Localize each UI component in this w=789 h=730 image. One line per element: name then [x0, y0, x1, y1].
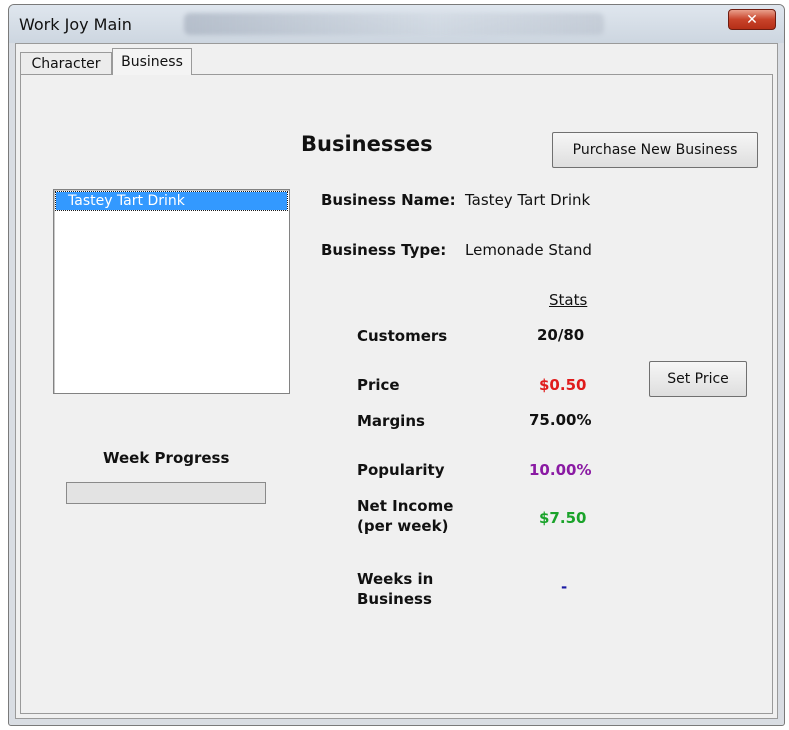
customers-label: Customers: [357, 327, 448, 345]
window-title: Work Joy Main: [19, 15, 132, 34]
popularity-label: Popularity: [357, 461, 445, 479]
business-type-label: Business Type:: [321, 241, 447, 259]
page-title: Businesses: [301, 132, 433, 156]
app-window: Work Joy Main ✕ Character Business Busin…: [8, 4, 785, 726]
margins-value: 75.00%: [529, 411, 592, 429]
business-tab-panel: Businesses Purchase New Business Tastey …: [20, 74, 773, 714]
business-name-label: Business Name:: [321, 191, 456, 209]
purchase-new-business-button[interactable]: Purchase New Business: [552, 132, 758, 168]
popularity-value: 10.00%: [529, 461, 592, 479]
week-progress-bar: [66, 482, 266, 504]
stats-header: Stats: [549, 291, 588, 309]
business-type-value: Lemonade Stand: [465, 241, 592, 259]
margins-label: Margins: [357, 412, 425, 430]
business-name-value: Tastey Tart Drink: [465, 191, 591, 209]
title-bar[interactable]: Work Joy Main ✕: [9, 5, 784, 43]
price-value: $0.50: [539, 376, 587, 394]
weeks-in-business-sublabel: Business: [357, 590, 432, 608]
close-button[interactable]: ✕: [728, 9, 776, 30]
tab-business[interactable]: Business: [112, 48, 192, 75]
window-client-area: Character Business Businesses Purchase N…: [15, 43, 778, 719]
weeks-in-business-label: Weeks in: [357, 570, 434, 588]
set-price-button[interactable]: Set Price: [649, 361, 747, 397]
close-icon: ✕: [746, 11, 758, 28]
net-income-label: Net Income: [357, 497, 454, 515]
weeks-in-business-value: -: [561, 578, 568, 596]
net-income-value: $7.50: [539, 509, 587, 527]
price-label: Price: [357, 376, 400, 394]
net-income-sublabel: (per week): [357, 517, 449, 535]
tab-character[interactable]: Character: [20, 52, 112, 74]
blurred-toolbar-background: [184, 13, 604, 35]
business-listbox[interactable]: Tastey Tart Drink: [53, 189, 290, 394]
customers-value: 20/80: [537, 326, 585, 344]
week-progress-label: Week Progress: [103, 449, 230, 467]
list-item[interactable]: Tastey Tart Drink: [55, 191, 288, 211]
